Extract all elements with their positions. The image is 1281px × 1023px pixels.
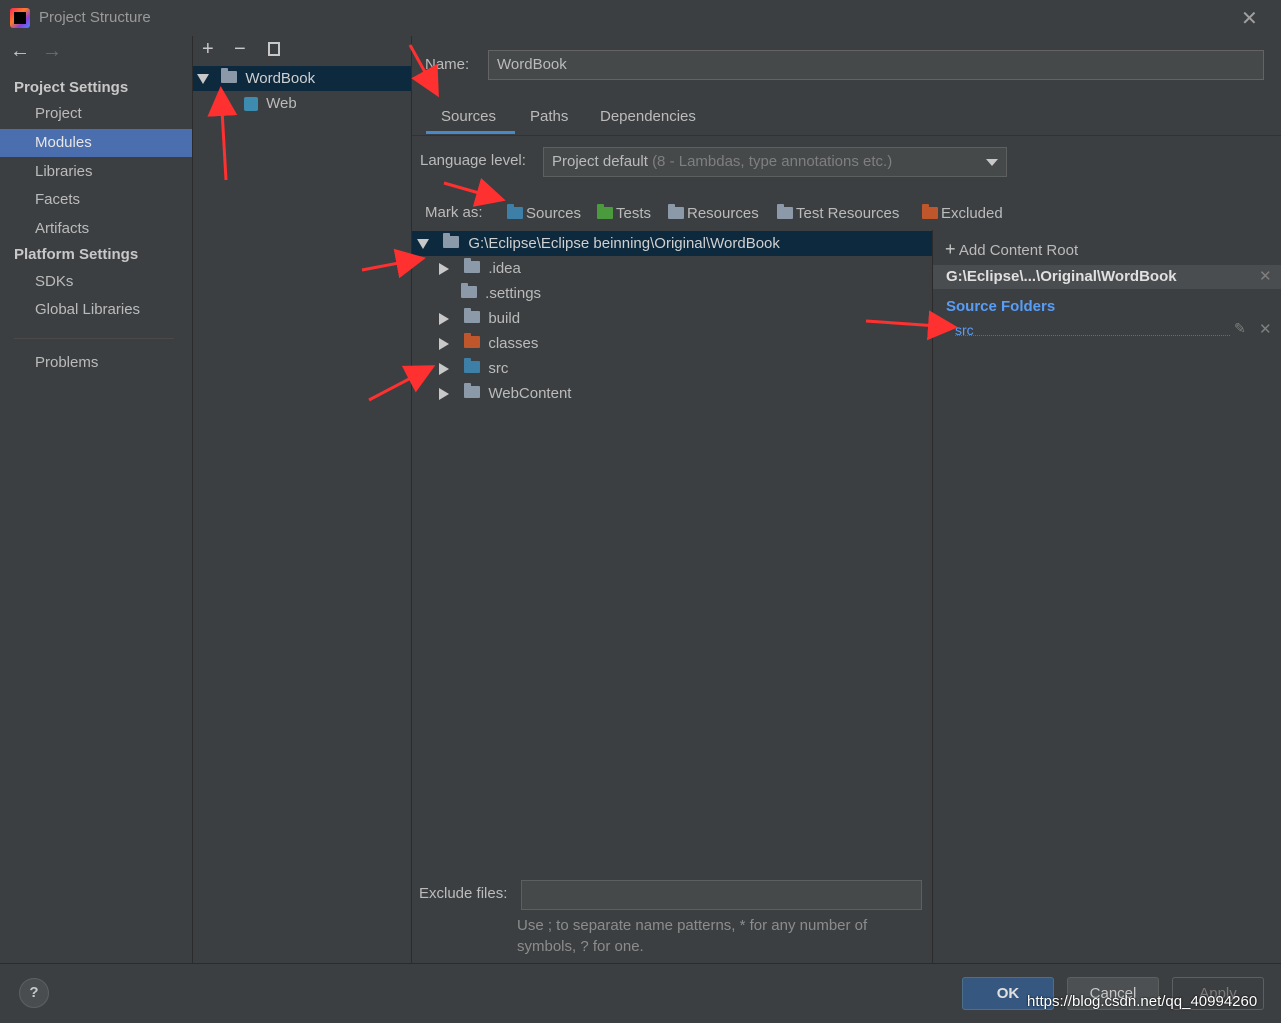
tree-root-label: G:\Eclipse\Eclipse beinning\Original\Wor…: [468, 235, 780, 252]
nav-item-modules[interactable]: Modules: [0, 129, 192, 157]
tree-item-build[interactable]: build: [412, 306, 520, 331]
tree-root-row[interactable]: G:\Eclipse\Eclipse beinning\Original\Wor…: [412, 231, 932, 256]
folder-icon: [443, 233, 460, 248]
remove-source-folder-icon[interactable]: ✕: [1259, 320, 1272, 338]
title-bar: [0, 0, 1281, 36]
excluded-folder-icon: [464, 333, 481, 348]
folder-icon: [464, 383, 481, 398]
tree-item-label: build: [488, 310, 521, 327]
project-settings-header: Project Settings: [14, 79, 129, 96]
test-resources-folder-icon: [777, 204, 793, 219]
tree-item-label: classes: [488, 335, 539, 352]
mark-as-sources-label: Sources: [526, 205, 582, 222]
excluded-folder-icon: [922, 204, 938, 219]
content-roots-panel: [933, 230, 1281, 963]
mark-as-excluded[interactable]: Excluded: [922, 204, 1003, 222]
folder-icon: [464, 258, 481, 273]
expand-icon[interactable]: [439, 363, 449, 376]
arrow-to-mark-sources: [443, 177, 506, 207]
expand-icon[interactable]: [197, 74, 209, 85]
mark-as-resources-label: Resources: [687, 205, 759, 222]
remove-icon[interactable]: −: [234, 38, 246, 61]
tree-item-webcontent[interactable]: WebContent: [412, 381, 571, 406]
tree-item-label: src: [488, 360, 509, 377]
expand-icon[interactable]: [439, 388, 449, 401]
module-item-web[interactable]: Web: [193, 91, 411, 116]
expand-icon[interactable]: [439, 263, 449, 276]
mark-as-sources[interactable]: Sources: [507, 204, 582, 222]
edit-pencil-icon[interactable]: ✎: [1234, 320, 1246, 337]
sources-folder-icon: [507, 204, 523, 219]
tab-sources[interactable]: Sources: [441, 108, 496, 125]
content-root-path[interactable]: G:\Eclipse\...\Original\WordBook: [933, 265, 1281, 289]
tab-paths[interactable]: Paths: [530, 108, 568, 125]
mark-as-test-resources[interactable]: Test Resources: [777, 204, 900, 222]
add-content-root-label: Add Content Root: [958, 242, 1079, 259]
tab-dependencies[interactable]: Dependencies: [600, 108, 696, 125]
language-level-label: Language level:: [420, 152, 526, 169]
expand-icon[interactable]: [439, 338, 449, 351]
module-folder-icon: [221, 68, 238, 83]
forward-arrow-icon[interactable]: →: [42, 40, 62, 63]
tree-item-settings[interactable]: .settings: [412, 281, 541, 306]
help-button[interactable]: ?: [19, 978, 49, 1008]
folder-icon: [461, 283, 477, 298]
tree-item-idea[interactable]: .idea: [412, 256, 521, 281]
exclude-files-label: Exclude files:: [419, 885, 508, 902]
source-folders-header: Source Folders: [946, 298, 1056, 315]
close-icon[interactable]: ✕: [1241, 6, 1258, 31]
collapse-icon[interactable]: [417, 239, 429, 250]
nav-item-project[interactable]: Project: [0, 100, 192, 128]
mark-as-excluded-label: Excluded: [941, 205, 1003, 222]
language-level-dropdown[interactable]: Project default (8 - Lambdas, type annot…: [543, 147, 1007, 177]
nav-item-global-libraries[interactable]: Global Libraries: [0, 296, 192, 324]
module-name-input[interactable]: WordBook: [488, 50, 1264, 80]
nav-item-problems[interactable]: Problems: [0, 349, 192, 377]
web-facet-icon: [244, 97, 258, 112]
language-level-detail: (8 - Lambdas, type annotations etc.): [652, 153, 893, 170]
name-label: Name:: [425, 56, 470, 73]
source-folder-underline: [955, 335, 1230, 336]
module-label: WordBook: [245, 70, 316, 87]
nav-item-sdks[interactable]: SDKs: [0, 268, 192, 296]
module-item-wordbook[interactable]: WordBook: [193, 66, 411, 91]
watermark-text: https://blog.csdn.net/qq_40994260: [1027, 993, 1258, 1010]
intellij-app-icon: [10, 8, 30, 28]
mark-as-label: Mark as:: [425, 204, 483, 221]
tree-item-classes[interactable]: classes: [412, 331, 538, 356]
mark-as-resources[interactable]: Resources: [668, 204, 759, 222]
nav-item-libraries[interactable]: Libraries: [0, 158, 192, 186]
tests-folder-icon: [597, 204, 613, 219]
exclude-files-input[interactable]: [521, 880, 922, 910]
mark-as-tests[interactable]: Tests: [597, 204, 652, 222]
nav-item-artifacts[interactable]: Artifacts: [0, 215, 192, 243]
expand-icon[interactable]: [439, 313, 449, 326]
mark-as-tests-label: Tests: [616, 205, 652, 222]
add-icon[interactable]: +: [202, 38, 214, 61]
tree-item-label: .idea: [488, 260, 521, 277]
tree-item-label: WebContent: [488, 385, 572, 402]
exclude-files-hint: Use ; to separate name patterns, * for a…: [517, 917, 868, 955]
resources-folder-icon: [668, 204, 684, 219]
chevron-down-icon: [986, 159, 998, 166]
add-content-root-button[interactable]: + Add Content Root: [945, 239, 1078, 260]
window-title: Project Structure: [39, 9, 151, 26]
module-list-panel: [193, 36, 412, 963]
tree-item-label: .settings: [485, 285, 542, 302]
mark-as-test-resources-label: Test Resources: [796, 205, 900, 222]
remove-content-root-icon[interactable]: ✕: [1259, 267, 1272, 285]
tree-item-src[interactable]: src: [412, 356, 508, 381]
nav-item-facets[interactable]: Facets: [0, 186, 192, 214]
plus-icon: +: [945, 239, 956, 259]
folder-icon: [464, 308, 481, 323]
language-level-value: Project default: [552, 153, 648, 170]
copy-icon[interactable]: [268, 42, 280, 56]
source-folder-icon: [464, 358, 481, 373]
platform-settings-header: Platform Settings: [14, 246, 139, 263]
active-tab-indicator: [426, 131, 515, 134]
nav-divider: [14, 338, 174, 339]
back-arrow-icon[interactable]: ←: [10, 40, 30, 63]
facet-label: Web: [266, 95, 297, 112]
